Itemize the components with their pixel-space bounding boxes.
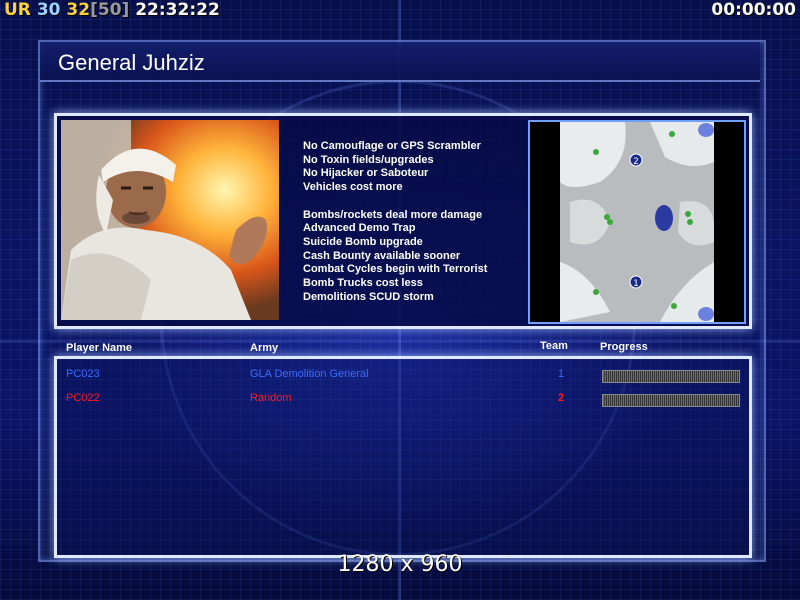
trait-item: Advanced Demo Trap <box>303 222 416 235</box>
hud-fps: 30 <box>36 0 61 20</box>
trait-item: Demolitions SCUD storm <box>303 290 434 303</box>
general-traits-list: No Camouflage or GPS Scrambler No Toxin … <box>303 140 487 304</box>
player-name: PC022 <box>66 392 100 404</box>
trait-item: No Camouflage or GPS Scrambler <box>303 140 481 152</box>
trait-item: Bombs/rockets deal more damage <box>303 208 483 221</box>
player-army: Random <box>250 392 292 404</box>
player-team: 2 <box>558 392 565 404</box>
player-row: PC023 GLA Demolition General 1 <box>57 368 749 384</box>
general-title: General Juhziz <box>58 50 205 75</box>
hud-fps-current: 32 <box>66 0 91 20</box>
general-info-panel: No Camouflage or GPS Scrambler No Toxin … <box>54 113 752 329</box>
title-bar: General Juhziz <box>40 42 760 82</box>
hud-game-timer: 00:00:00 <box>711 0 796 20</box>
trait-item: No Hijacker or Saboteur <box>303 167 429 180</box>
map-start-position: 1 <box>633 279 639 289</box>
trait-item: Cash Bounty available sooner <box>303 249 461 262</box>
header-player-name: Player Name <box>66 342 133 354</box>
map-preview: 2 1 <box>528 120 746 324</box>
resolution-label: 1280 x 960 <box>337 552 463 577</box>
trait-item: Suicide Bomb upgrade <box>303 235 423 248</box>
trait-spacer <box>303 195 487 209</box>
trait-item: Bomb Trucks cost less <box>303 277 423 290</box>
hud-fps-cap: [50] <box>90 0 130 20</box>
trait-item: Combat Cycles begin with Terrorist <box>303 263 488 276</box>
hud-clock: 22:32:22 <box>135 0 220 20</box>
players-list: PC023 GLA Demolition General 1 PC022 Ran… <box>54 356 752 558</box>
header-army: Army <box>250 342 279 354</box>
general-portrait <box>61 120 279 320</box>
header-progress: Progress <box>600 341 648 353</box>
player-army: GLA Demolition General <box>250 368 369 380</box>
player-team: 1 <box>558 368 565 380</box>
player-row: PC022 Random 2 <box>57 392 749 408</box>
hud-tag: UR <box>4 0 31 20</box>
player-progress-bar <box>602 394 740 407</box>
header-team: Team <box>540 340 568 352</box>
player-progress-bar <box>602 370 740 383</box>
hud-stats: UR 30 32[50] 22:32:22 <box>4 0 220 20</box>
trait-item: Vehicles cost more <box>303 181 403 194</box>
player-name: PC023 <box>66 368 100 380</box>
trait-item: No Toxin fields/upgrades <box>303 153 434 166</box>
map-start-position: 2 <box>633 157 639 167</box>
